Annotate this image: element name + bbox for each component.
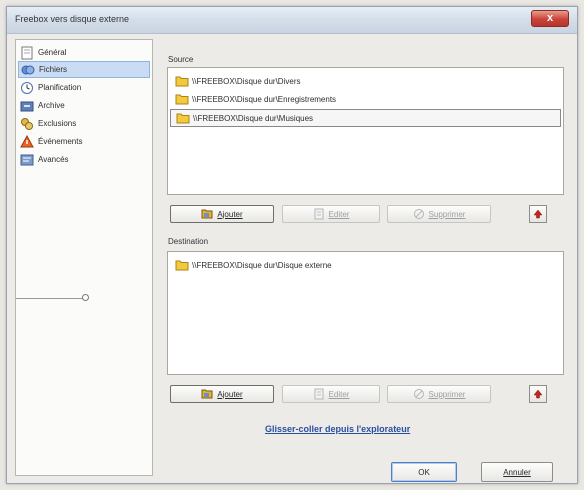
- sidebar: Général Fichiers Planification Archive E…: [15, 39, 153, 476]
- window-title: Freebox vers disque externe: [15, 14, 130, 24]
- sidebar-item-archive[interactable]: Archive: [18, 97, 150, 114]
- sidebar-item-label: Planification: [38, 83, 82, 92]
- destination-edit-button[interactable]: Editer: [282, 385, 380, 403]
- close-icon: x: [546, 12, 554, 24]
- advanced-icon: [20, 154, 34, 165]
- sidebar-item-schedule[interactable]: Planification: [18, 79, 150, 96]
- source-move-up-button[interactable]: [529, 205, 547, 223]
- sidebar-item-exclusions[interactable]: Exclusions: [18, 115, 150, 132]
- destination-list[interactable]: \\FREEBOX\Disque dur\Disque externe: [167, 251, 564, 375]
- files-icon: [21, 65, 35, 74]
- sidebar-item-events[interactable]: Événements: [18, 133, 150, 150]
- sidebar-item-label: Exclusions: [38, 119, 77, 128]
- source-delete-button[interactable]: Supprimer: [387, 205, 491, 223]
- source-add-button[interactable]: Ajouter: [170, 205, 274, 223]
- ok-button[interactable]: OK: [391, 462, 457, 482]
- edit-icon: [314, 208, 324, 220]
- archive-icon: [20, 101, 34, 111]
- drag-drop-link[interactable]: Glisser-coller depuis l'explorateur: [265, 424, 410, 434]
- sidebar-item-general[interactable]: Général: [18, 44, 150, 61]
- destination-delete-button[interactable]: Supprimer: [387, 385, 491, 403]
- list-item[interactable]: \\FREEBOX\Disque dur\Divers: [170, 72, 561, 90]
- add-folder-icon: [201, 389, 213, 399]
- exclusions-icon: [21, 117, 33, 130]
- general-icon: [21, 46, 33, 59]
- folder-icon: [176, 113, 190, 124]
- folder-icon: [175, 260, 189, 271]
- sidebar-item-label: Général: [38, 48, 67, 57]
- source-edit-button[interactable]: Editer: [282, 205, 380, 223]
- dialog-window: Freebox vers disque externe x Général Fi…: [6, 6, 578, 484]
- sidebar-item-label: Fichiers: [39, 65, 68, 74]
- destination-move-up-button[interactable]: [529, 385, 547, 403]
- source-list[interactable]: \\FREEBOX\Disque dur\Divers \\FREEBOX\Di…: [167, 67, 564, 195]
- list-item[interactable]: \\FREEBOX\Disque dur\Musiques: [170, 109, 561, 127]
- source-label: Source: [168, 55, 194, 64]
- delete-icon: [413, 389, 424, 399]
- destination-add-button[interactable]: Ajouter: [170, 385, 274, 403]
- connector-line: [16, 298, 84, 299]
- sidebar-item-label: Archive: [38, 101, 65, 110]
- add-folder-icon: [201, 209, 213, 219]
- title-bar[interactable]: Freebox vers disque externe x: [7, 7, 577, 34]
- sidebar-item-label: Avancés: [38, 155, 69, 164]
- close-button[interactable]: x: [531, 10, 569, 27]
- folder-icon: [175, 76, 189, 87]
- cancel-button[interactable]: Annuler: [481, 462, 553, 482]
- list-item[interactable]: \\FREEBOX\Disque dur\Enregistrements: [170, 90, 561, 108]
- arrow-up-icon: [533, 209, 543, 219]
- edit-icon: [314, 388, 324, 400]
- schedule-icon: [21, 81, 33, 94]
- arrow-up-icon: [533, 389, 543, 399]
- sidebar-item-label: Événements: [38, 137, 83, 146]
- connector-dot: [82, 294, 89, 301]
- events-icon: [20, 134, 34, 147]
- folder-icon: [175, 94, 189, 105]
- list-item[interactable]: \\FREEBOX\Disque dur\Disque externe: [170, 256, 561, 274]
- sidebar-item-advanced[interactable]: Avancés: [18, 151, 150, 168]
- delete-icon: [413, 209, 424, 219]
- sidebar-item-files[interactable]: Fichiers: [18, 61, 150, 78]
- destination-label: Destination: [168, 237, 209, 246]
